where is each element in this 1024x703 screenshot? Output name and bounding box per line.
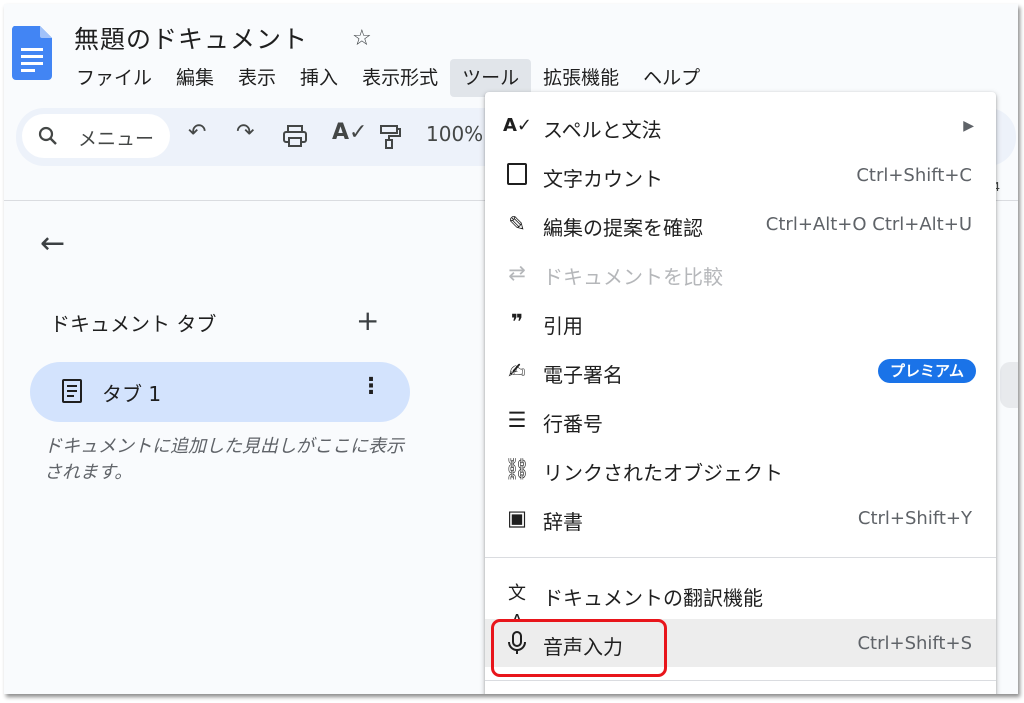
menu-item-esignature[interactable]: ✍ 電子署名 プレミアム	[485, 347, 996, 395]
review-suggestions-icon: ✎	[508, 212, 526, 236]
menu-edit[interactable]: 編集	[164, 59, 226, 97]
quote-icon: ❞	[510, 310, 524, 334]
undo-icon[interactable]: ↶	[188, 120, 206, 145]
menu-item-shortcut: Ctrl+Alt+O Ctrl+Alt+U	[765, 214, 972, 235]
page-edge-chip	[1000, 362, 1018, 408]
menu-item-shortcut: Ctrl+Shift+Y	[857, 508, 972, 529]
menu-item-shortcut: Ctrl+Shift+S	[857, 633, 972, 654]
add-tab-icon[interactable]: +	[356, 304, 379, 337]
word-count-icon	[503, 161, 531, 189]
menu-item-review-suggestions[interactable]: ✎ 編集の提案を確認 Ctrl+Alt+O Ctrl+Alt+U	[485, 200, 996, 248]
menu-item-line-numbers[interactable]: ☰ 行番号	[485, 396, 996, 444]
back-arrow-icon[interactable]: ←	[40, 226, 65, 261]
menu-divider	[485, 557, 996, 558]
menu-item-label: 引用	[543, 314, 583, 338]
menu-format[interactable]: 表示形式	[350, 59, 450, 97]
more-options-icon[interactable]: ⋮	[360, 374, 382, 399]
spellcheck-icon[interactable]: A✓	[332, 120, 367, 145]
line-numbers-icon: ☰	[507, 408, 527, 432]
signature-icon: ✍	[508, 359, 526, 383]
document-icon	[62, 379, 82, 403]
tools-menu: A✓ スペルと文法 ▶ 文字カウント Ctrl+Shift+C ✎ 編集の提案を…	[485, 92, 996, 694]
menu-item-label: 文字カウント	[543, 167, 663, 191]
menu-item-label: ドキュメントの翻訳機能	[543, 586, 763, 610]
star-icon[interactable]: ☆	[352, 26, 372, 51]
menu-item-linked-objects[interactable]: ⛓ リンクされたオブジェクト	[485, 445, 996, 493]
menu-item-dictionary[interactable]: ▣ 辞書 Ctrl+Shift+Y	[485, 494, 996, 542]
menu-item-label: ドキュメントを比較	[543, 265, 723, 289]
menu-item-compare-documents: ⇄ ドキュメントを比較	[485, 249, 996, 297]
menu-insert[interactable]: 挿入	[288, 59, 350, 97]
menu-item-label: 電子署名	[543, 363, 623, 387]
search-menus-button[interactable]: メニュー	[22, 114, 170, 158]
dictionary-icon: ▣	[507, 506, 527, 530]
translate-icon: 文A	[508, 583, 526, 632]
outline-hint: ドキュメントに追加した見出しがここに表示されます。	[44, 436, 404, 483]
menu-item-label: 編集の提案を確認	[543, 216, 703, 240]
search-menus-label: メニュー	[78, 128, 155, 150]
menu-item-spelling-grammar[interactable]: A✓ スペルと文法 ▶	[485, 102, 996, 150]
document-tabs-heading: ドキュメント タブ	[50, 312, 217, 336]
print-icon[interactable]	[282, 124, 308, 148]
compare-icon: ⇄	[508, 261, 526, 285]
menu-item-label: 行番号	[543, 412, 603, 436]
document-title[interactable]: 無題のドキュメント	[74, 20, 308, 56]
linked-objects-icon: ⛓	[503, 457, 531, 481]
voice-typing-highlight-box	[491, 619, 667, 677]
tab-item[interactable]: タブ 1 ⋮	[30, 362, 410, 422]
menu-item-label: リンクされたオブジェクト	[543, 461, 783, 485]
spellcheck-icon: A✓	[503, 115, 533, 136]
tab-label: タブ 1	[102, 382, 162, 406]
redo-icon[interactable]: ↷	[236, 120, 254, 145]
menu-item-word-count[interactable]: 文字カウント Ctrl+Shift+C	[485, 151, 996, 199]
google-docs-logo-icon[interactable]	[12, 26, 52, 80]
menu-view[interactable]: 表示	[226, 59, 288, 97]
menu-item-label: スペルと文法	[543, 118, 662, 142]
zoom-select[interactable]: 100%	[426, 122, 483, 146]
header: 無題のドキュメント ☆ ファイル 編集 表示 挿入 表示形式 ツール 拡張機能 …	[4, 4, 1018, 104]
premium-badge: プレミアム	[878, 359, 976, 383]
menu-item-translate-document[interactable]: 文A ドキュメントの翻訳機能	[485, 570, 996, 632]
paint-format-icon[interactable]	[378, 124, 402, 150]
submenu-arrow-icon: ▶	[963, 118, 974, 134]
search-icon	[38, 126, 57, 145]
app-window: 無題のドキュメント ☆ ファイル 編集 表示 挿入 表示形式 ツール 拡張機能 …	[4, 4, 1018, 694]
menu-item-citations[interactable]: ❞ 引用	[485, 298, 996, 346]
menu-file[interactable]: ファイル	[64, 59, 164, 97]
menu-item-label: 辞書	[543, 510, 583, 534]
menu-divider	[485, 680, 996, 681]
menu-item-shortcut: Ctrl+Shift+C	[856, 165, 972, 186]
